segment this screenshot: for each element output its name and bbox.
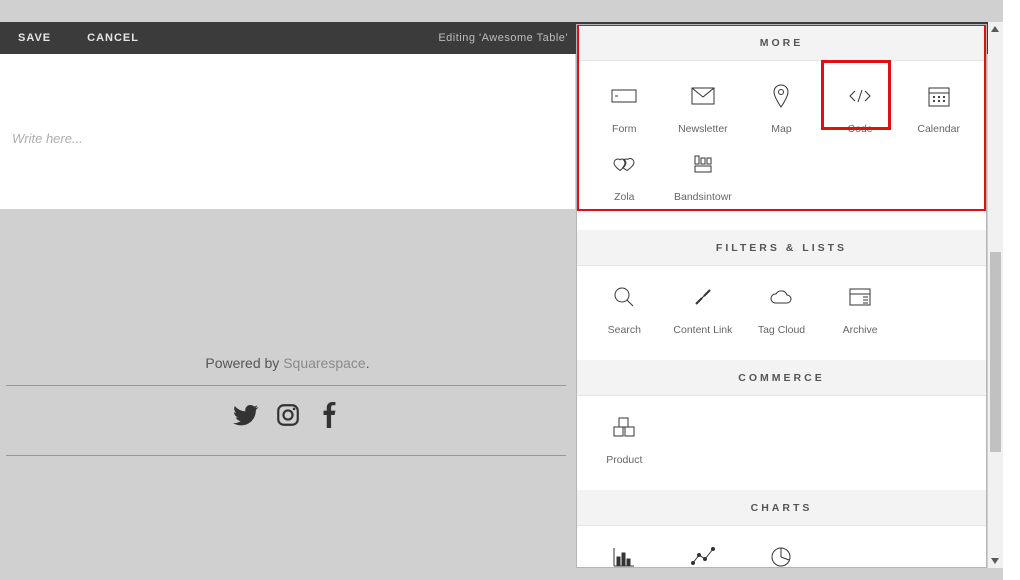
map-pin-icon	[768, 83, 794, 109]
powered-period: .	[366, 355, 370, 371]
twitter-icon[interactable]	[233, 402, 259, 433]
section-charts: CHARTS Bar Chart Line Chart Pie Chart	[577, 490, 986, 568]
line-chart-icon	[690, 544, 716, 568]
page-chrome-top	[0, 0, 988, 22]
form-icon	[611, 83, 637, 109]
section-header-filters: FILTERS & LISTS	[577, 230, 986, 266]
section-more: MORE Form Newsletter Map Code	[577, 25, 986, 230]
block-label: Code	[848, 123, 873, 137]
block-pie-chart[interactable]: Pie Chart	[742, 540, 821, 568]
divider-line	[6, 455, 566, 456]
block-calendar[interactable]: Calendar	[899, 79, 978, 141]
facebook-icon[interactable]	[317, 402, 343, 433]
cloud-icon	[768, 284, 794, 310]
hearts-icon	[611, 151, 637, 177]
block-label: Newsletter	[678, 123, 728, 137]
block-label: Bandsintowr	[674, 191, 732, 205]
block-tag-cloud[interactable]: Tag Cloud	[742, 280, 821, 342]
section-commerce: COMMERCE Product	[577, 360, 986, 490]
block-line-chart[interactable]: Line Chart	[664, 540, 743, 568]
window-edge	[1003, 0, 1020, 580]
block-content-link[interactable]: Content Link	[664, 280, 743, 342]
block-code[interactable]: Code	[821, 79, 900, 141]
block-newsletter[interactable]: Newsletter	[664, 79, 743, 141]
code-icon	[847, 83, 873, 109]
scroll-down-icon[interactable]	[991, 558, 999, 564]
powered-prefix: Powered by	[205, 355, 283, 371]
content-editor[interactable]: Write here...	[0, 54, 575, 209]
block-archive[interactable]: Archive	[821, 280, 900, 342]
search-icon	[611, 284, 637, 310]
section-header-charts: CHARTS	[577, 490, 986, 526]
bar-chart-icon	[611, 544, 637, 568]
block-search[interactable]: Search	[585, 280, 664, 342]
block-picker-panel[interactable]: MORE Form Newsletter Map Code	[576, 24, 987, 568]
save-button[interactable]: SAVE	[0, 32, 69, 44]
block-form[interactable]: Form	[585, 79, 664, 141]
block-label: Tag Cloud	[758, 324, 805, 338]
envelope-icon	[690, 83, 716, 109]
block-label: Product	[606, 454, 642, 468]
block-bar-chart[interactable]: Bar Chart	[585, 540, 664, 568]
cancel-button[interactable]: CANCEL	[69, 32, 157, 44]
block-label: Search	[608, 324, 641, 338]
bandsintown-icon	[690, 151, 716, 177]
calendar-icon	[926, 83, 952, 109]
block-product[interactable]: Product	[585, 410, 664, 472]
scroll-up-icon[interactable]	[991, 26, 999, 32]
pie-chart-icon	[768, 544, 794, 568]
block-bandsintown[interactable]: Bandsintowr	[664, 147, 743, 209]
block-label: Archive	[843, 324, 878, 338]
section-filters: FILTERS & LISTS Search Content Link Tag …	[577, 230, 986, 360]
block-label: Map	[771, 123, 791, 137]
section-header-more: MORE	[577, 25, 986, 61]
link-icon	[690, 284, 716, 310]
page-footer: Powered by Squarespace.	[0, 209, 575, 579]
product-icon	[611, 414, 637, 440]
divider-line	[6, 385, 566, 386]
block-label: Content Link	[673, 324, 732, 338]
block-label: Form	[612, 123, 637, 137]
editor-placeholder: Write here...	[12, 131, 83, 146]
instagram-icon[interactable]	[275, 402, 301, 433]
section-header-commerce: COMMERCE	[577, 360, 986, 396]
block-map[interactable]: Map	[742, 79, 821, 141]
block-label: Zola	[614, 191, 634, 205]
social-icons-row	[0, 402, 575, 433]
window-scrollbar[interactable]	[988, 22, 1003, 568]
archive-icon	[847, 284, 873, 310]
powered-by-text: Powered by Squarespace.	[0, 355, 575, 371]
powered-brand-link[interactable]: Squarespace	[283, 355, 366, 371]
block-zola[interactable]: Zola	[585, 147, 664, 209]
block-label: Calendar	[917, 123, 960, 137]
scroll-thumb[interactable]	[990, 252, 1001, 452]
